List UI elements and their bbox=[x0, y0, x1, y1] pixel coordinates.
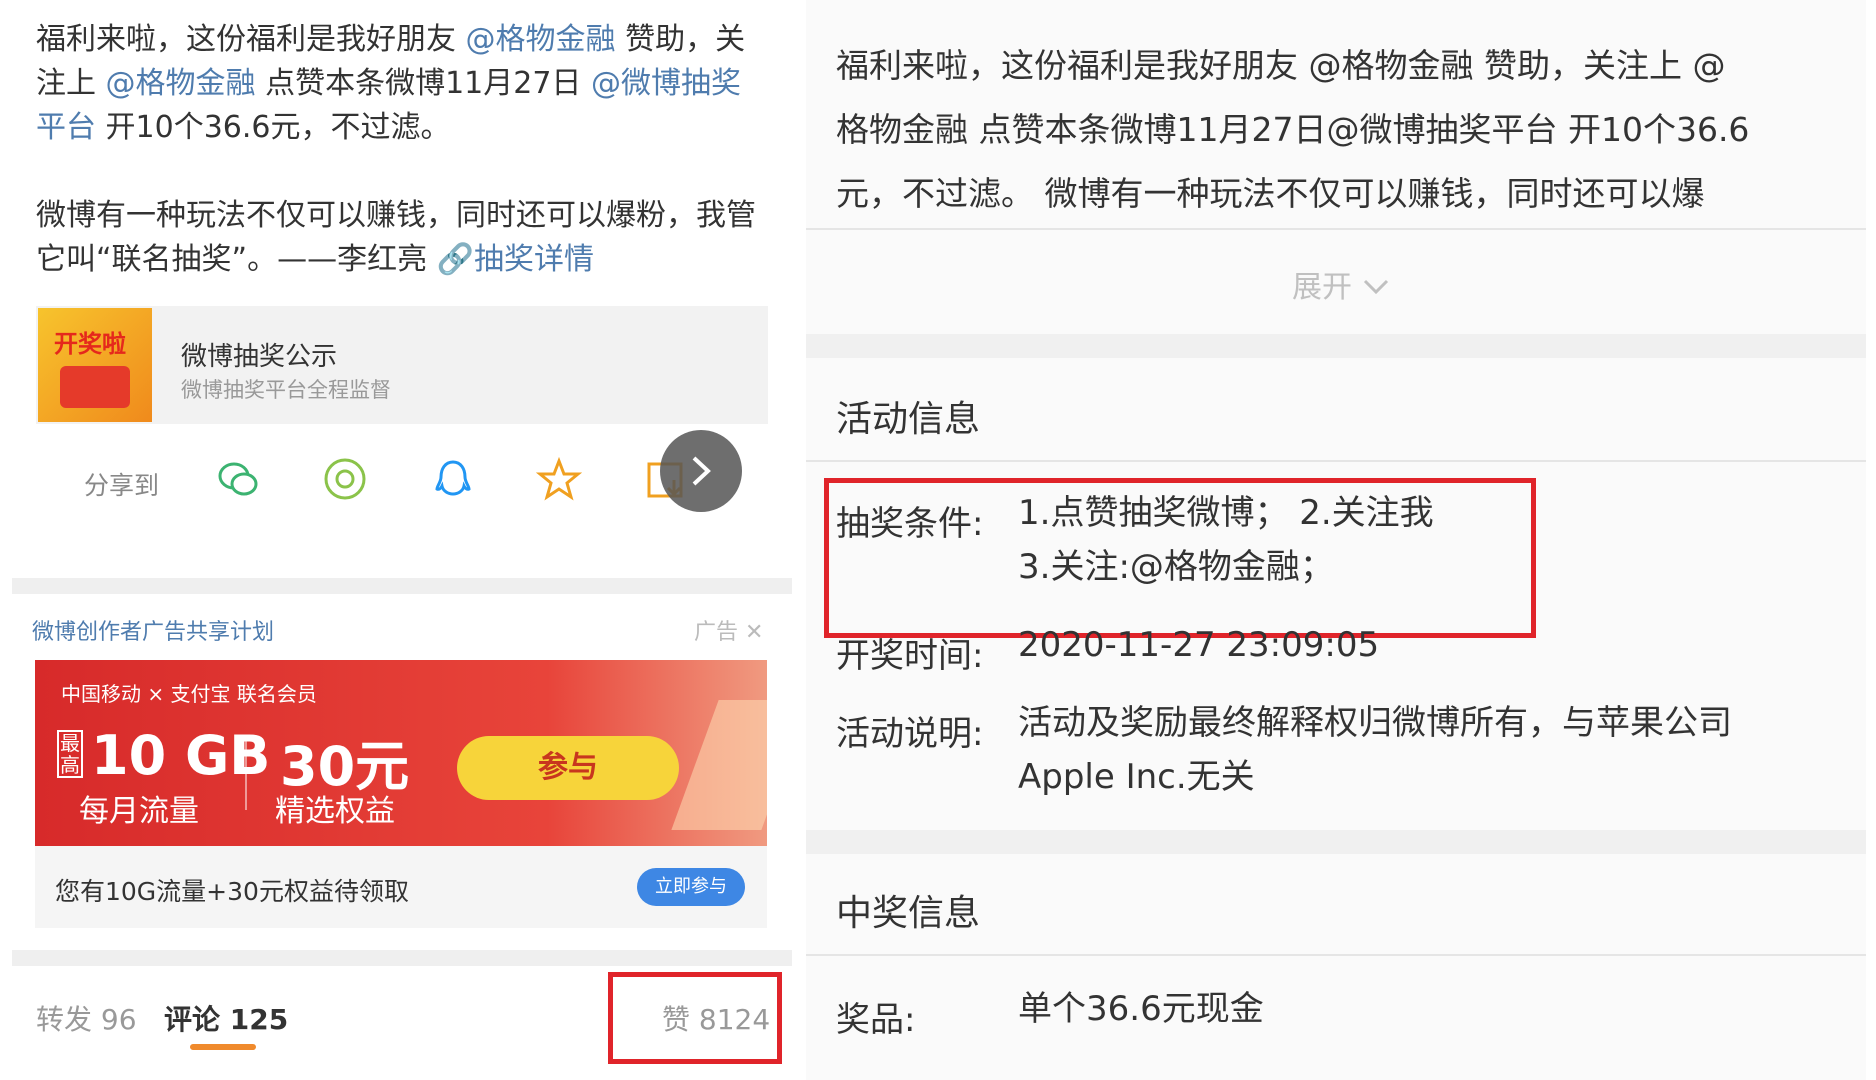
weibo-post-panel: 福利来啦，这份福利是我好朋友 @格物金融 赞助，关注上 @格物金融 点赞本条微博… bbox=[0, 0, 795, 1080]
draw-time-label: 开奖时间: bbox=[836, 636, 984, 676]
ad-benefit-subtitle: 精选权益 bbox=[275, 794, 395, 829]
ad-join-now-button[interactable]: 立即参与 bbox=[637, 868, 745, 906]
section-band bbox=[806, 334, 1866, 358]
thumbnail-badge: 开奖啦 bbox=[54, 330, 126, 358]
divider bbox=[806, 954, 1866, 956]
wechat-icon[interactable] bbox=[216, 456, 262, 502]
post-text-segment: 点赞本条微博11月27日 bbox=[255, 66, 591, 101]
ad-footer-text: 您有10G流量+30元权益待领取 bbox=[55, 877, 409, 906]
ad-max-label: 最高 bbox=[57, 730, 83, 778]
lottery-announcement-card[interactable]: 开奖啦 微博抽奖公示 微博抽奖平台全程监督 bbox=[36, 306, 768, 424]
ad-label: 广告 bbox=[694, 620, 739, 645]
prize-value: 单个36.6元现金 bbox=[1018, 989, 1264, 1029]
lottery-detail-link[interactable]: 🔗抽奖详情 bbox=[437, 242, 594, 277]
intro-text: 福利来啦，这份福利是我好朋友 @格物金融 赞助，关注上 @ 格物金融 点赞本条微… bbox=[836, 34, 1836, 226]
lottery-detail-panel: 福利来啦，这份福利是我好朋友 @格物金融 赞助，关注上 @ 格物金融 点赞本条微… bbox=[806, 0, 1866, 1080]
section-separator bbox=[12, 950, 792, 966]
prize-label: 奖品: bbox=[836, 1000, 916, 1040]
divider bbox=[806, 460, 1866, 462]
ad-brand-text: 中国移动 × 支付宝 联名会员 bbox=[61, 682, 317, 706]
prize-info-heading: 中奖信息 bbox=[836, 893, 981, 934]
favorite-star-icon[interactable] bbox=[535, 456, 583, 502]
mention-link[interactable]: @格物金融 bbox=[466, 22, 616, 57]
intro-line: 福利来啦，这份福利是我好朋友 @格物金融 赞助，关注上 @ bbox=[836, 46, 1726, 85]
ad-data-amount: 10 GB bbox=[91, 724, 271, 787]
section-separator bbox=[12, 578, 792, 594]
chevron-down-icon bbox=[1363, 279, 1388, 295]
next-arrow-button[interactable] bbox=[660, 430, 742, 512]
ad-program-header: 微博创作者广告共享计划 bbox=[32, 620, 275, 645]
ad-footer: 您有10G流量+30元权益待领取 立即参与 bbox=[35, 846, 767, 928]
description-line: 活动及奖励最终解释权归微博所有，与苹果公司 bbox=[1018, 703, 1732, 743]
card-thumbnail: 开奖啦 bbox=[38, 308, 152, 422]
qq-icon[interactable] bbox=[430, 456, 476, 502]
ad-close-tag[interactable]: 广告 ✕ bbox=[694, 614, 763, 646]
mention-link[interactable]: @格物金融 bbox=[106, 66, 256, 101]
tab-repost[interactable]: 转发 96 bbox=[36, 998, 137, 1038]
moments-icon[interactable] bbox=[322, 456, 368, 502]
ad-data-subtitle: 每月流量 bbox=[79, 794, 199, 829]
condition-highlight-box bbox=[824, 478, 1536, 638]
like-count-highlight-box bbox=[608, 972, 782, 1064]
intro-line: 元，不过滤。 微博有一种玩法不仅可以赚钱，同时还可以爆 bbox=[836, 174, 1705, 213]
panel-divider bbox=[795, 0, 805, 1080]
expand-label: 展开 bbox=[1292, 270, 1352, 305]
tab-comment[interactable]: 评论 125 bbox=[164, 998, 288, 1038]
description-label: 活动说明: bbox=[836, 714, 984, 754]
post-body: 福利来啦，这份福利是我好朋友 @格物金融 赞助，关注上 @格物金融 点赞本条微博… bbox=[36, 18, 766, 282]
active-tab-indicator bbox=[190, 1044, 256, 1050]
section-band bbox=[806, 830, 1866, 854]
red-envelope-icon bbox=[60, 366, 130, 408]
activity-info-heading: 活动信息 bbox=[836, 399, 981, 440]
expand-button[interactable]: 展开 bbox=[1292, 262, 1390, 306]
description-line: Apple Inc.无关 bbox=[1018, 757, 1255, 797]
card-title: 微博抽奖公示 bbox=[181, 342, 338, 372]
post-text-segment: 开10个36.6元，不过滤。 bbox=[96, 110, 451, 145]
ad-decoration bbox=[671, 700, 767, 830]
ad-banner[interactable]: 中国移动 × 支付宝 联名会员 最高 10 GB 每月流量 30元 精选权益 参… bbox=[35, 660, 767, 846]
share-bar: 分享到 bbox=[36, 440, 768, 520]
intro-line: 格物金融 点赞本条微博11月27日@微博抽奖平台 开10个36.6 bbox=[836, 110, 1750, 149]
post-paragraph: 微博有一种玩法不仅可以赚钱，同时还可以爆粉，我管它叫“联名抽奖”。——李红亮 bbox=[36, 198, 756, 277]
ad-divider bbox=[245, 740, 247, 810]
divider bbox=[806, 228, 1866, 230]
ad-join-button[interactable]: 参与 bbox=[457, 736, 679, 800]
card-subtitle: 微博抽奖平台全程监督 bbox=[181, 378, 391, 402]
post-text-segment: 福利来啦，这份福利是我好朋友 bbox=[36, 22, 466, 57]
share-label: 分享到 bbox=[84, 471, 160, 500]
draw-time-value: 2020-11-27 23:09:05 bbox=[1018, 625, 1380, 665]
chevron-right-icon bbox=[692, 456, 711, 486]
